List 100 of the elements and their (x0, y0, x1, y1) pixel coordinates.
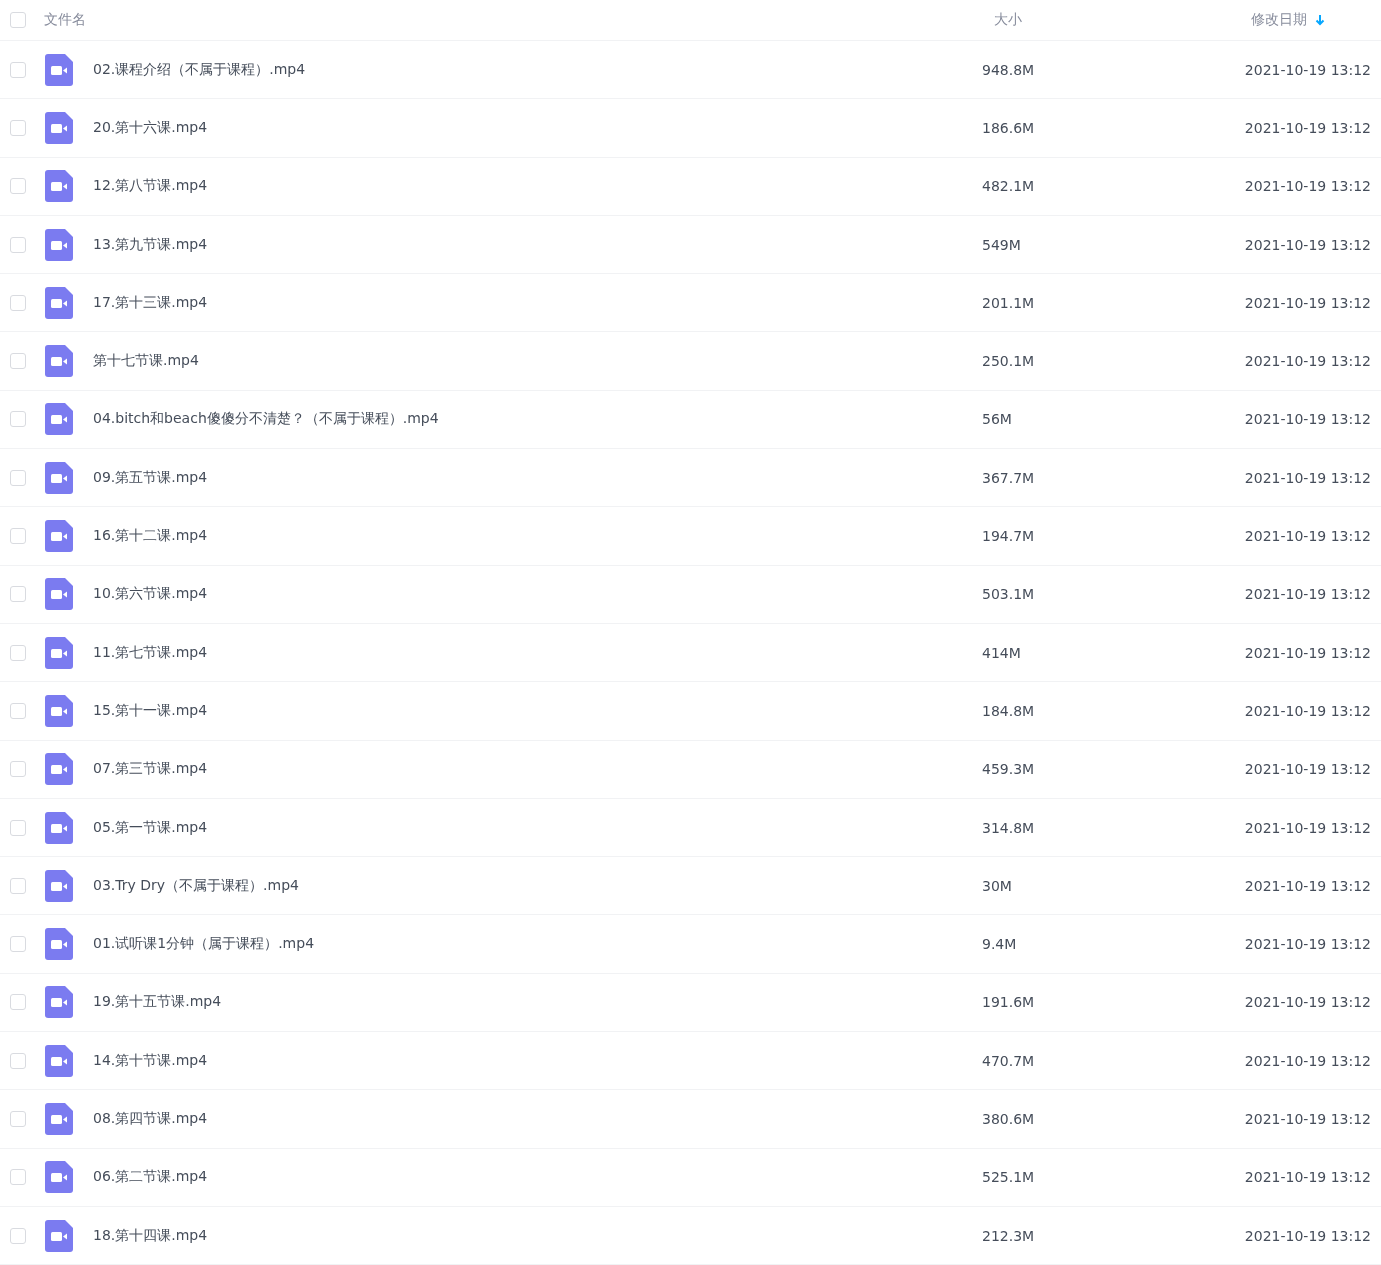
file-name[interactable]: 14.第十节课.mp4 (93, 1051, 982, 1070)
video-file-icon (45, 170, 73, 203)
file-name[interactable]: 03.Try Dry（不属于课程）.mp4 (93, 876, 982, 895)
modified-date: 2021-10-19 13:12 (1244, 61, 1371, 78)
file-name[interactable]: 07.第三节课.mp4 (93, 760, 982, 779)
video-file-icon (45, 811, 73, 844)
video-file-icon (45, 1219, 73, 1252)
file-name[interactable]: 10.第六节课.mp4 (93, 585, 982, 604)
file-size: 314.8M (982, 819, 1036, 836)
row-checkbox[interactable] (10, 994, 26, 1011)
row-checkbox[interactable] (10, 236, 26, 253)
file-name[interactable]: 05.第一节课.mp4 (93, 818, 982, 837)
file-size: 549M (982, 236, 1022, 253)
row-checkbox[interactable] (10, 353, 26, 370)
select-all-checkbox[interactable] (10, 12, 26, 28)
file-name[interactable]: 04.bitch和beach傻傻分不清楚？（不属于课程）.mp4 (93, 410, 982, 429)
file-size: 212.3M (982, 1227, 1036, 1244)
file-name[interactable]: 02.课程介绍（不属于课程）.mp4 (93, 60, 982, 79)
file-size: 194.7M (982, 528, 1036, 544)
row-checkbox[interactable] (10, 469, 26, 486)
modified-date: 2021-10-19 13:12 (1244, 1111, 1371, 1127)
modified-date: 2021-10-19 13:12 (1244, 702, 1371, 719)
modified-date: 2021-10-19 13:12 (1244, 119, 1371, 136)
video-file-icon (45, 520, 73, 552)
row-checkbox[interactable] (10, 178, 26, 195)
row-checkbox[interactable] (10, 411, 26, 428)
modified-date: 2021-10-19 13:12 (1244, 178, 1371, 195)
modified-date: 2021-10-19 13:12 (1244, 877, 1371, 894)
row-checkbox[interactable] (10, 702, 26, 719)
row-checkbox[interactable] (10, 644, 26, 661)
video-file-icon (45, 53, 73, 86)
sort-arrow-icon (1315, 14, 1325, 26)
file-size: 367.7M (982, 469, 1036, 486)
file-name[interactable]: 18.第十四课.mp4 (93, 1226, 982, 1245)
modified-date: 2021-10-19 13:12 (1244, 936, 1371, 953)
video-file-icon (45, 578, 73, 611)
file-name[interactable]: 16.第十二课.mp4 (93, 527, 982, 545)
file-size: 30M (982, 877, 1013, 894)
video-file-icon (45, 928, 73, 961)
file-size: 9.4M (982, 936, 1018, 953)
file-size: 503.1M (982, 586, 1036, 603)
row-checkbox[interactable] (10, 877, 26, 894)
file-name[interactable]: 19.第十五节课.mp4 (93, 993, 982, 1012)
file-size: 186.6M (982, 119, 1036, 136)
modified-date: 2021-10-19 13:12 (1244, 761, 1371, 778)
file-size: 184.8M (982, 702, 1036, 719)
file-name[interactable]: 13.第九节课.mp4 (93, 235, 982, 254)
modified-date: 2021-10-19 13:12 (1244, 528, 1371, 544)
file-name[interactable]: 20.第十六课.mp4 (93, 118, 982, 137)
file-name[interactable]: 15.第十一课.mp4 (93, 701, 982, 720)
modified-date: 2021-10-19 13:12 (1244, 236, 1371, 253)
video-file-icon (45, 1103, 73, 1135)
file-name[interactable]: 11.第七节课.mp4 (93, 643, 982, 662)
modified-date: 2021-10-19 13:12 (1244, 994, 1371, 1011)
row-checkbox[interactable] (10, 528, 26, 544)
modified-date: 2021-10-19 13:12 (1244, 644, 1371, 661)
video-file-icon (45, 461, 73, 494)
row-checkbox[interactable] (10, 1227, 26, 1244)
column-header[interactable]: 大小 (994, 11, 1022, 29)
modified-date: 2021-10-19 13:12 (1244, 586, 1371, 603)
modified-date: 2021-10-19 13:12 (1244, 1227, 1371, 1244)
row-checkbox[interactable] (10, 761, 26, 778)
column-header[interactable]: 文件名 (44, 11, 86, 29)
row-checkbox[interactable] (10, 819, 26, 836)
file-name[interactable]: 17.第十三课.mp4 (93, 293, 982, 312)
modified-date: 2021-10-19 13:12 (1244, 353, 1371, 370)
row-checkbox[interactable] (10, 1052, 26, 1069)
file-name[interactable]: 12.第八节课.mp4 (93, 177, 982, 196)
file-name[interactable]: 第十七节课.mp4 (93, 352, 982, 371)
file-size: 459.3M (982, 761, 1036, 778)
row-checkbox[interactable] (10, 1169, 26, 1186)
file-name[interactable]: 09.第五节课.mp4 (93, 468, 982, 487)
video-file-icon (45, 286, 73, 319)
row-checkbox[interactable] (10, 294, 26, 311)
video-file-icon (45, 228, 73, 261)
file-size: 470.7M (982, 1052, 1036, 1069)
file-size: 380.6M (982, 1111, 1036, 1127)
file-name[interactable]: 08.第四节课.mp4 (93, 1110, 982, 1128)
video-file-icon (45, 1044, 73, 1077)
file-size: 414M (982, 644, 1022, 661)
row-checkbox[interactable] (10, 119, 26, 136)
file-size: 191.6M (982, 994, 1036, 1011)
video-file-icon (45, 869, 73, 902)
column-header[interactable]: 修改日期 (1251, 11, 1325, 29)
modified-date: 2021-10-19 13:12 (1244, 294, 1371, 311)
modified-date: 2021-10-19 13:12 (1244, 411, 1371, 428)
row-checkbox[interactable] (10, 61, 26, 78)
modified-date: 2021-10-19 13:12 (1244, 1169, 1371, 1186)
video-file-icon (45, 986, 73, 1019)
video-file-icon (45, 753, 73, 786)
file-name[interactable]: 06.第二节课.mp4 (93, 1168, 982, 1187)
row-checkbox[interactable] (10, 1111, 26, 1127)
file-name[interactable]: 01.试听课1分钟（属于课程）.mp4 (93, 935, 982, 954)
modified-date: 2021-10-19 13:12 (1244, 1052, 1371, 1069)
row-checkbox[interactable] (10, 586, 26, 603)
row-checkbox[interactable] (10, 936, 26, 953)
file-size: 482.1M (982, 178, 1036, 195)
file-size: 56M (982, 411, 1013, 428)
video-file-icon (45, 403, 73, 436)
modified-date: 2021-10-19 13:12 (1244, 819, 1371, 836)
